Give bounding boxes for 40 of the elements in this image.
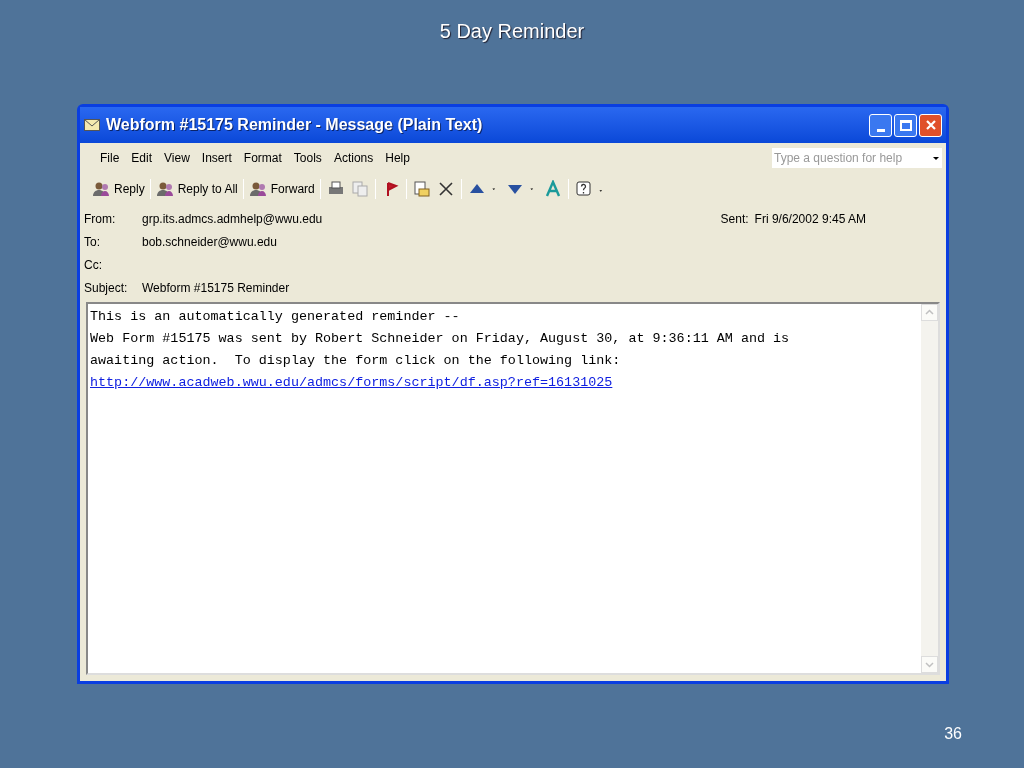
to-label: To: <box>84 233 101 251</box>
slide-title: 5 Day Reminder <box>438 19 586 42</box>
from-label: From: <box>84 210 117 228</box>
people-icon <box>92 181 112 197</box>
page-number: 36 <box>944 724 962 744</box>
to-address: bob.schneider@wwu.edu <box>142 233 277 251</box>
menu-item[interactable]: Insert <box>195 149 238 167</box>
menu-item[interactable]: Edit <box>125 149 159 167</box>
help-search-field[interactable]: Type a question for help <box>772 148 942 168</box>
sent-date: Fri 9/6/2002 9:45 AM <box>754 210 866 228</box>
sent-label: Sent: <box>720 210 749 228</box>
help-icon[interactable] <box>574 180 593 198</box>
window-title: Webform #15175 Reminder - Message (Plain Text) <box>106 115 483 135</box>
menu-item[interactable]: Help <box>379 149 416 167</box>
close-icon <box>924 119 937 131</box>
message-text: awaiting action. To display the form click on the following link: <box>90 352 622 370</box>
menu-item[interactable]: Tools <box>287 149 328 167</box>
from-address: grp.its.admcs.admhelp@wwu.edu <box>142 210 323 228</box>
form-link[interactable]: http://www.acadweb.wwu.edu/admcs/forms/script/df.asp?ref=16131025 <box>90 372 613 394</box>
people-icon <box>155 181 176 197</box>
delete-icon[interactable] <box>436 180 455 198</box>
menu-item[interactable]: View <box>158 149 196 167</box>
move-to-folder-icon[interactable] <box>412 180 431 198</box>
font-size-icon[interactable] <box>543 180 562 198</box>
maximize-button[interactable] <box>894 113 917 137</box>
minimize-button[interactable] <box>869 113 892 137</box>
cc-label: Cc: <box>84 256 103 274</box>
message-text: Web Form #15175 was sent by Robert Schneider on Friday, August 30, at 9:36:11 AM and is <box>90 330 791 348</box>
envelope-icon <box>84 119 100 131</box>
menu-item[interactable]: File <box>94 149 126 167</box>
toolbar-button[interactable]: Forward <box>246 180 317 198</box>
subject-label: Subject: <box>84 279 129 297</box>
message-text: This is an automatically generated reminder -- <box>90 308 461 326</box>
toolbar-button[interactable]: Reply to All <box>153 180 240 198</box>
menu-item[interactable]: Format <box>237 149 288 167</box>
menu-item[interactable]: Actions <box>327 149 380 167</box>
subject-text: Webform #15175 Reminder <box>142 279 290 297</box>
close-button[interactable] <box>919 113 942 137</box>
toolbar-button[interactable]: Reply <box>90 180 147 198</box>
people-icon <box>248 181 269 197</box>
